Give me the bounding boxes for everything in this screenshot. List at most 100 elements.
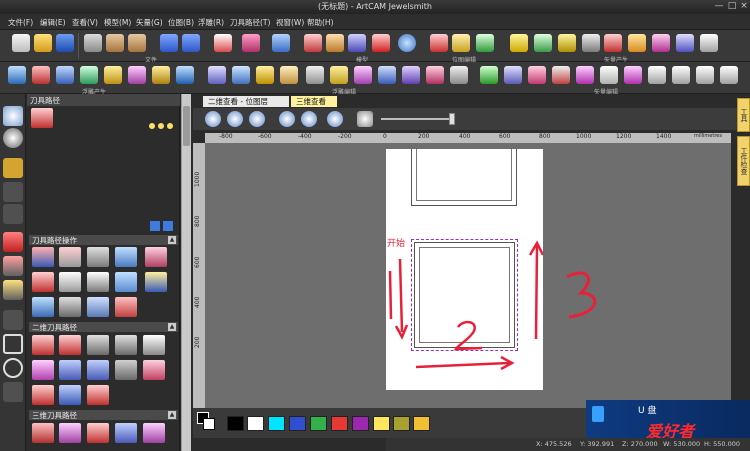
secondary-color-swatch[interactable]	[203, 418, 215, 430]
open-file-icon[interactable]	[34, 34, 52, 52]
select-arrow-icon[interactable]	[3, 158, 23, 178]
vector-offset-icon[interactable]	[628, 34, 646, 52]
nesting-icon[interactable]	[700, 34, 718, 52]
2d-toolpath-icon[interactable]	[32, 360, 54, 380]
eraser-icon[interactable]	[242, 34, 260, 52]
vector-wave-icon[interactable]	[552, 66, 570, 84]
3d-toolpath-icon[interactable]	[32, 423, 54, 443]
pencil-icon[interactable]	[3, 232, 23, 252]
relief-clear-icon[interactable]	[402, 66, 420, 84]
tab-3d-view[interactable]: 三维查看	[291, 96, 337, 107]
menu-toolpath[interactable]: 刀具路径(T)	[230, 17, 270, 28]
cut-icon[interactable]	[84, 34, 102, 52]
section-toolpath-operations[interactable]: 刀具路径操作 ▲	[29, 235, 178, 245]
transform-icon[interactable]	[3, 204, 23, 224]
zoom-all-icon[interactable]	[327, 111, 343, 127]
relief-texture-icon[interactable]	[330, 66, 348, 84]
node-edit-icon[interactable]	[3, 182, 23, 202]
palette-swatch[interactable]	[268, 416, 285, 431]
vector-star-icon[interactable]	[510, 34, 528, 52]
polygon-icon[interactable]	[3, 382, 23, 402]
2d-toolpath-icon[interactable]	[143, 335, 165, 355]
relief-wireframe-icon[interactable]	[450, 66, 468, 84]
relief-offset-icon[interactable]	[280, 66, 298, 84]
relief-dome-icon[interactable]	[32, 66, 50, 84]
relief-fade-icon[interactable]	[378, 66, 396, 84]
zoom-tool-icon[interactable]	[3, 106, 23, 126]
bear-icon[interactable]	[326, 34, 344, 52]
3d-toolpath-icon[interactable]	[59, 423, 81, 443]
section-2d-toolpaths[interactable]: 二维刀具路径 ▲	[29, 322, 178, 332]
2d-toolpath-icon[interactable]	[115, 360, 137, 380]
menu-relief[interactable]: 浮雕(R)	[198, 17, 224, 28]
relief-spin-icon[interactable]	[104, 66, 122, 84]
rectangle-icon[interactable]	[3, 334, 23, 354]
vector-chain-icon[interactable]	[528, 66, 546, 84]
vector-select-icon[interactable]	[600, 66, 618, 84]
vector-snap-icon[interactable]	[720, 66, 738, 84]
bitmap-edit-icon[interactable]	[430, 34, 448, 52]
maximize-button[interactable]: □	[726, 1, 738, 12]
toolpath-op-icon[interactable]	[87, 247, 109, 267]
settings-gear-icon[interactable]	[357, 111, 373, 127]
circle-icon[interactable]	[3, 358, 23, 378]
collapse-icon[interactable]: ▲	[168, 323, 176, 331]
3d-toolpath-icon[interactable]	[87, 423, 109, 443]
2d-toolpath-icon[interactable]	[143, 360, 165, 380]
panel-scrollbar[interactable]	[181, 94, 191, 451]
2d-toolpath-icon[interactable]	[115, 335, 137, 355]
toolpath-op-icon[interactable]	[115, 297, 137, 317]
globe-icon[interactable]	[398, 34, 416, 52]
zoom-in-icon[interactable]	[205, 111, 221, 127]
toolpath-op-icon[interactable]	[115, 272, 137, 292]
vector-trim-icon[interactable]	[604, 34, 622, 52]
stamp-icon[interactable]	[348, 34, 366, 52]
collapse-icon[interactable]: ▲	[168, 236, 176, 244]
bitmap-vector-icon[interactable]	[476, 34, 494, 52]
vector-add-icon[interactable]	[480, 66, 498, 84]
2d-toolpath-icon[interactable]	[87, 335, 109, 355]
new-file-icon[interactable]	[12, 34, 30, 52]
polyline-icon[interactable]	[3, 310, 23, 330]
palette-swatch[interactable]	[310, 416, 327, 431]
copy-icon[interactable]	[106, 34, 124, 52]
zoom-slider-track[interactable]	[381, 118, 453, 120]
paste-icon[interactable]	[128, 34, 146, 52]
relief-sweep-icon[interactable]	[128, 66, 146, 84]
menu-help[interactable]: 帮助(H)	[307, 17, 334, 28]
toolpath-op-icon[interactable]	[59, 272, 81, 292]
relief-piece-icon[interactable]	[152, 66, 170, 84]
2d-toolpath-icon[interactable]	[59, 360, 81, 380]
toolpath-op-icon[interactable]	[59, 297, 81, 317]
section-3d-toolpaths[interactable]: 三维刀具路径 ▲	[29, 410, 178, 420]
collapse-icon[interactable]: ▲	[168, 411, 176, 419]
tab-tools[interactable]: 工具	[737, 98, 750, 132]
zoom-previous-icon[interactable]	[249, 111, 265, 127]
globe-tool-icon[interactable]	[3, 128, 23, 148]
menu-file[interactable]: 文件(F)	[8, 17, 33, 28]
toolpath-op-icon[interactable]	[32, 297, 54, 317]
palette-swatch[interactable]	[413, 416, 430, 431]
edit-icon[interactable]	[214, 34, 232, 52]
relief-scale-icon[interactable]	[208, 66, 226, 84]
undo-icon[interactable]	[160, 34, 178, 52]
3d-toolpath-icon[interactable]	[115, 423, 137, 443]
vector-fillet-icon[interactable]	[672, 66, 690, 84]
relief-star-icon[interactable]	[56, 66, 74, 84]
close-button[interactable]: ×	[738, 1, 750, 12]
layers-icon[interactable]	[272, 34, 290, 52]
palette-swatch[interactable]	[289, 416, 306, 431]
brush-icon[interactable]	[3, 280, 23, 300]
toolpath-op-icon[interactable]	[87, 272, 109, 292]
toolpath-op-icon[interactable]	[32, 272, 54, 292]
move-up-icon[interactable]	[150, 221, 160, 231]
save-icon[interactable]	[56, 34, 74, 52]
relief-wrap-icon[interactable]	[354, 66, 372, 84]
menu-edit[interactable]: 编辑(E)	[40, 17, 66, 28]
relief-sculpt-icon[interactable]	[426, 66, 444, 84]
relief-extrude-icon[interactable]	[80, 66, 98, 84]
toolpath-op-icon[interactable]	[115, 247, 137, 267]
zoom-slider-handle[interactable]	[449, 113, 455, 125]
toolpath-op-icon[interactable]	[87, 297, 109, 317]
palette-swatch[interactable]	[331, 416, 348, 431]
